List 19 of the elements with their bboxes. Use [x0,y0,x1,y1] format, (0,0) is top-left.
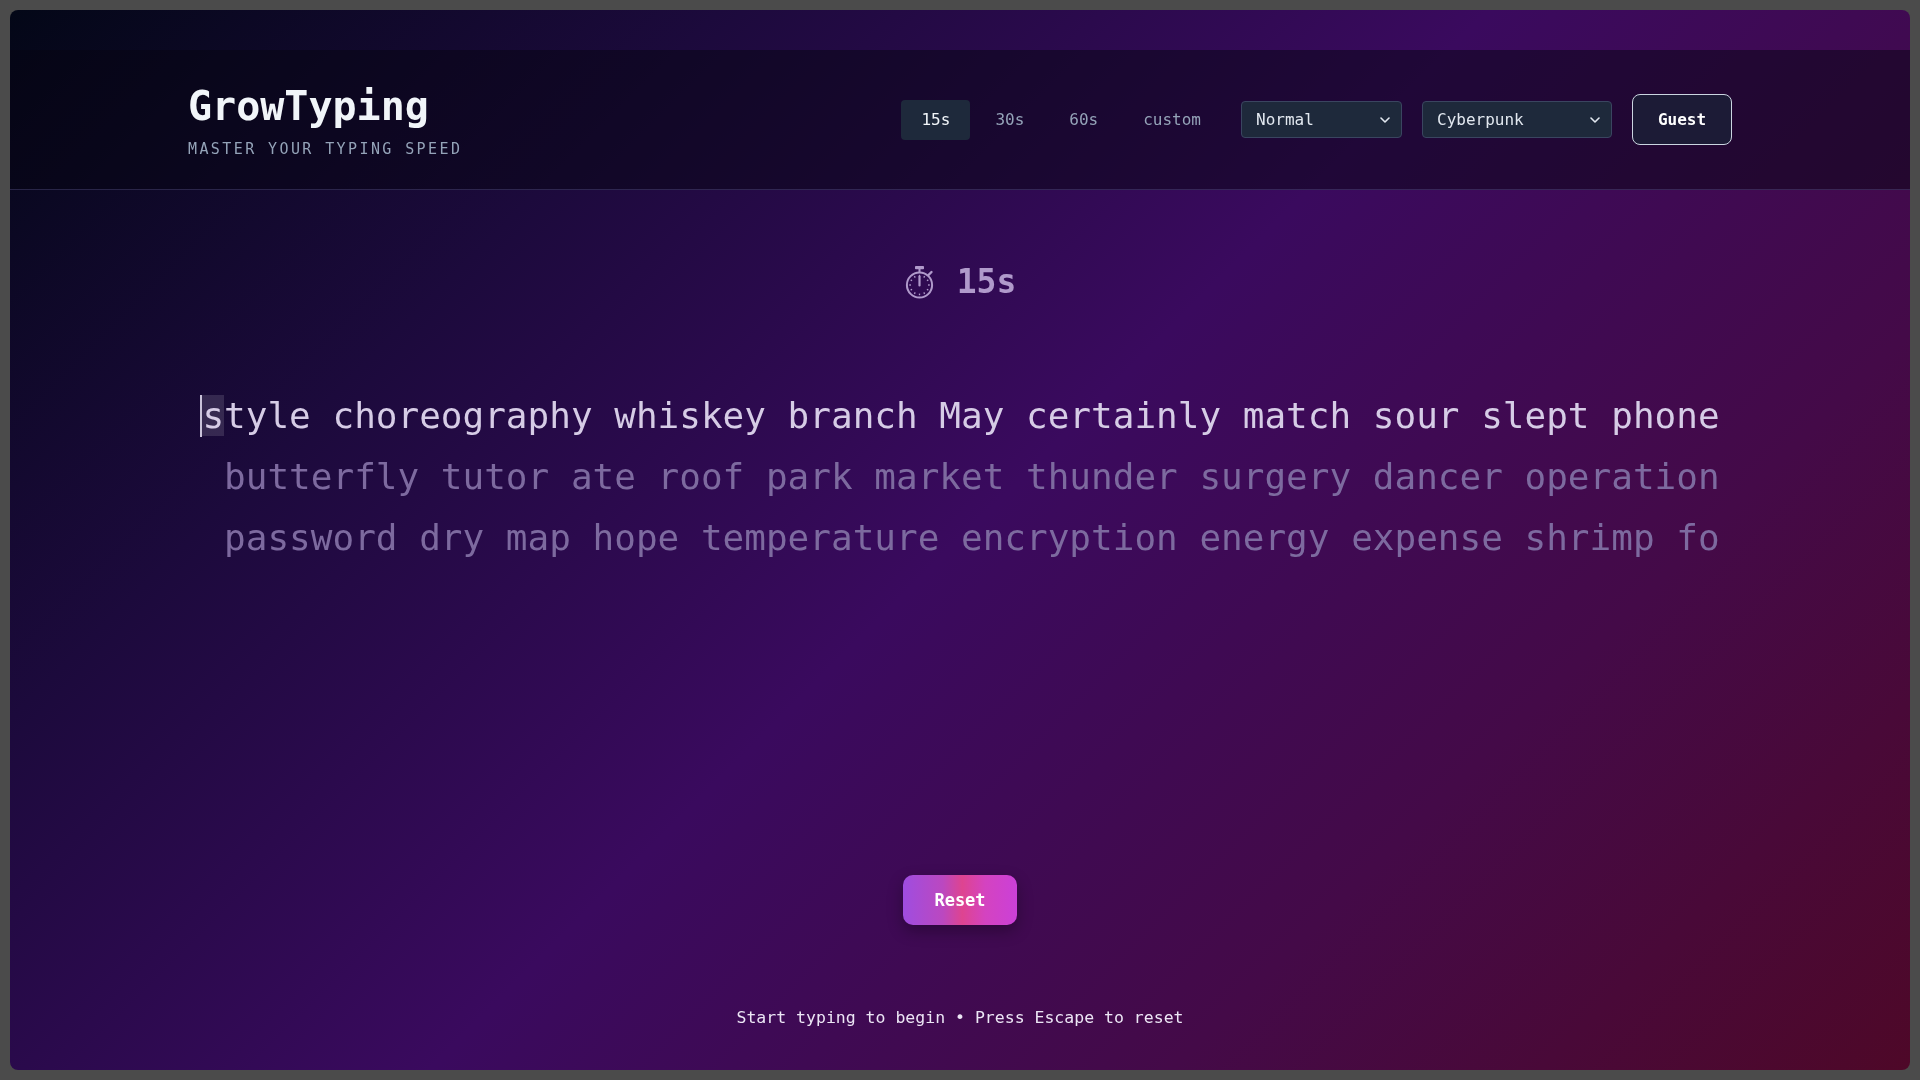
duration-tab[interactable]: custom [1123,99,1221,140]
difficulty-select[interactable]: Normal [1241,101,1402,138]
duration-tab[interactable]: 15s [901,99,971,140]
typing-text-line: butterfly tutor ate roof park market thunder surgery dancer operation [224,455,1720,499]
keyboard-hint: Start typing to begin • Press Escape to reset [736,1008,1184,1028]
stopwatch-icon [903,265,935,299]
text-caret-icon [200,394,203,437]
duration-tab[interactable]: 60s [1049,99,1119,140]
app-title: GrowTyping [188,81,429,130]
guest-button[interactable]: Guest [1632,94,1732,145]
timer-value: 15s [956,262,1017,302]
typing-text-line: password dry map hope temperature encryption energy expense shrimp fo [224,516,1720,560]
app-tagline: MASTER YOUR TYPING SPEED [188,139,463,158]
chevron-down-icon [1380,116,1390,123]
theme-select[interactable]: Cyberpunk [1422,101,1612,138]
typing-text-line: style choreography whiskey branch May certainly match sour slept phone [202,394,1720,438]
reset-button[interactable]: Reset [903,875,1017,925]
duration-tab[interactable]: 30s [975,99,1045,140]
chevron-down-icon [1590,116,1600,123]
